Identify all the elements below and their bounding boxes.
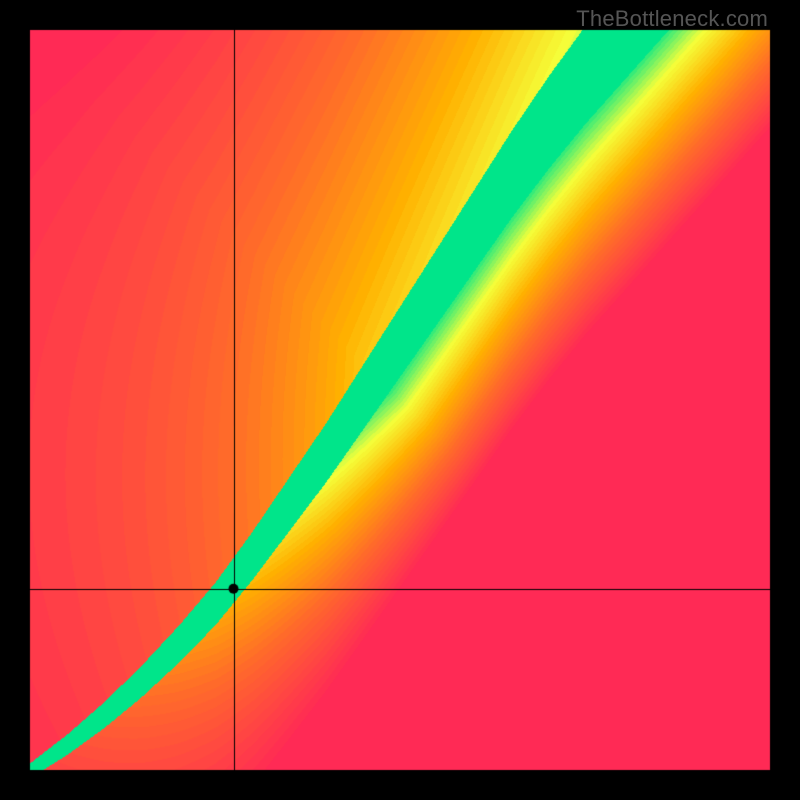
watermark: TheBottleneck.com [576,6,768,32]
bottleneck-heatmap [0,0,800,800]
